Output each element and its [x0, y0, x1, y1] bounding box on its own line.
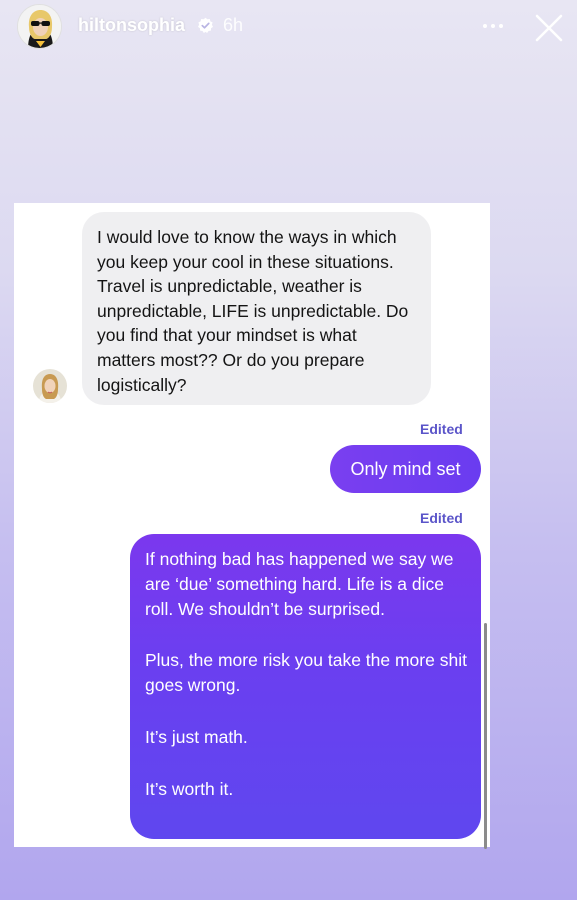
verified-badge-icon: [197, 17, 214, 34]
outgoing-message-bubble: Only mind set: [330, 445, 481, 493]
shared-dm-screenshot: I would love to know the ways in which y…: [14, 203, 490, 849]
profile-picture-icon: [18, 5, 61, 48]
story-username[interactable]: hiltonsophia: [78, 15, 185, 36]
incoming-message-bubble: I would love to know the ways in which y…: [82, 212, 431, 405]
more-options-icon: [483, 24, 503, 28]
edited-label: Edited: [420, 421, 463, 437]
more-options-button[interactable]: [480, 16, 506, 36]
message-paragraph: Plus, the more risk you take the more sh…: [145, 650, 467, 696]
outgoing-message-text: Only mind set: [350, 459, 461, 479]
story-timestamp: 6h: [223, 15, 244, 35]
message-paragraph: If nothing bad has happened we say we ar…: [145, 549, 454, 619]
incoming-message-text: I would love to know the ways in which y…: [97, 227, 409, 395]
close-button[interactable]: [533, 12, 565, 44]
sender-avatar: [33, 369, 67, 403]
edited-label: Edited: [420, 510, 463, 526]
profile-avatar[interactable]: [17, 4, 62, 49]
message-paragraph: It’s worth it.: [145, 778, 234, 799]
message-paragraph: It’s just math.: [145, 726, 248, 747]
outgoing-message-bubble: If nothing bad has happened we say we ar…: [130, 534, 481, 839]
close-icon: [535, 14, 563, 42]
scrollbar[interactable]: [484, 623, 487, 849]
sender-profile-picture-icon: [33, 369, 67, 403]
story-header: hiltonsophia 6h: [0, 0, 577, 56]
